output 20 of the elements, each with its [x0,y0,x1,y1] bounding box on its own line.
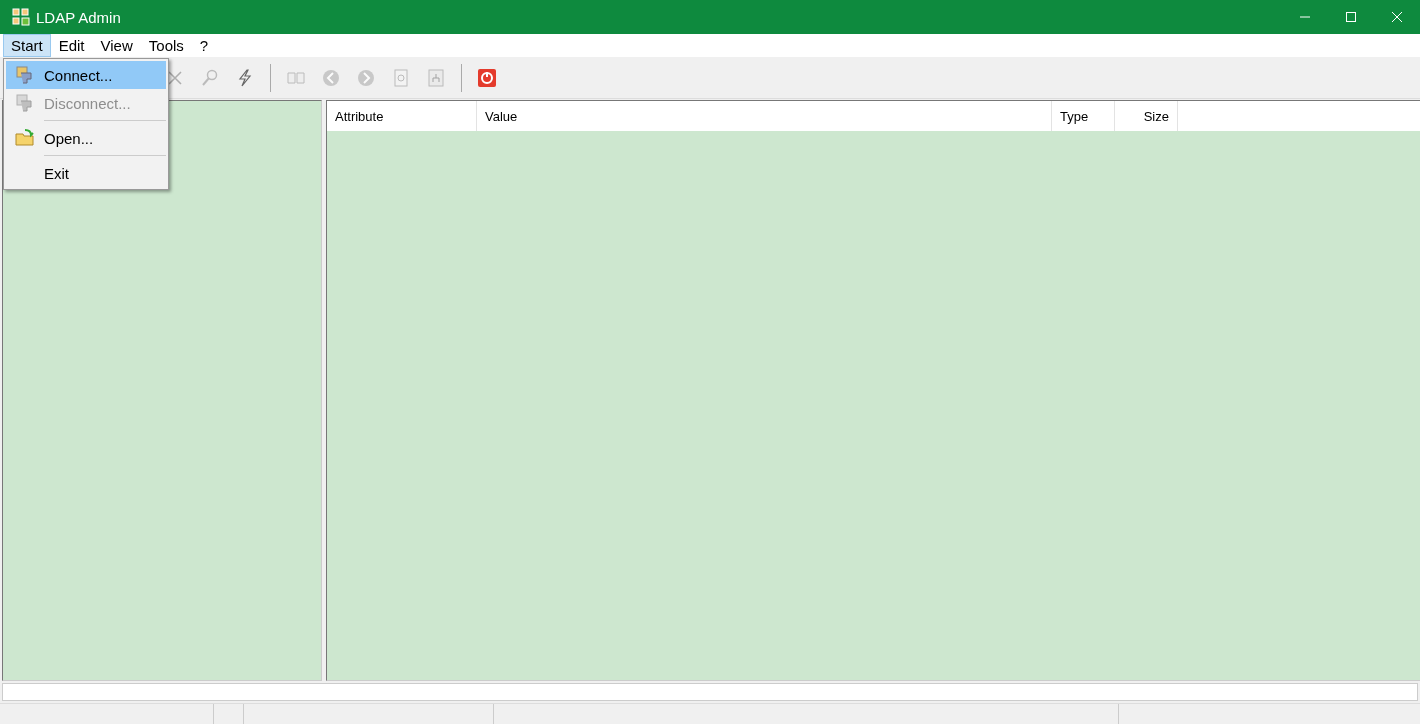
app-icon [12,8,30,26]
menu-option[interactable]: Open... [6,124,166,152]
menu-item[interactable]: Start [3,34,51,57]
folder-icon [15,128,35,148]
close-icon [1391,11,1403,23]
column-header[interactable]: Value [477,101,1052,131]
window-title: LDAP Admin [36,8,121,26]
menu-item[interactable]: ? [191,34,217,57]
menu-option[interactable]: Exit [6,159,166,187]
column-header[interactable]: Attribute [327,101,477,131]
column-header[interactable]: Size [1115,101,1178,131]
menu-item[interactable]: View [92,34,141,57]
menu-item[interactable]: Tools [140,34,192,57]
power-button[interactable] [477,66,497,89]
computer-icon [15,65,35,85]
menu-item[interactable]: Edit [50,34,93,57]
column-header[interactable]: Type [1052,101,1115,131]
computer-icon [15,93,35,113]
menu-option[interactable]: Connect... [6,61,166,89]
maximize-icon [1345,11,1357,23]
